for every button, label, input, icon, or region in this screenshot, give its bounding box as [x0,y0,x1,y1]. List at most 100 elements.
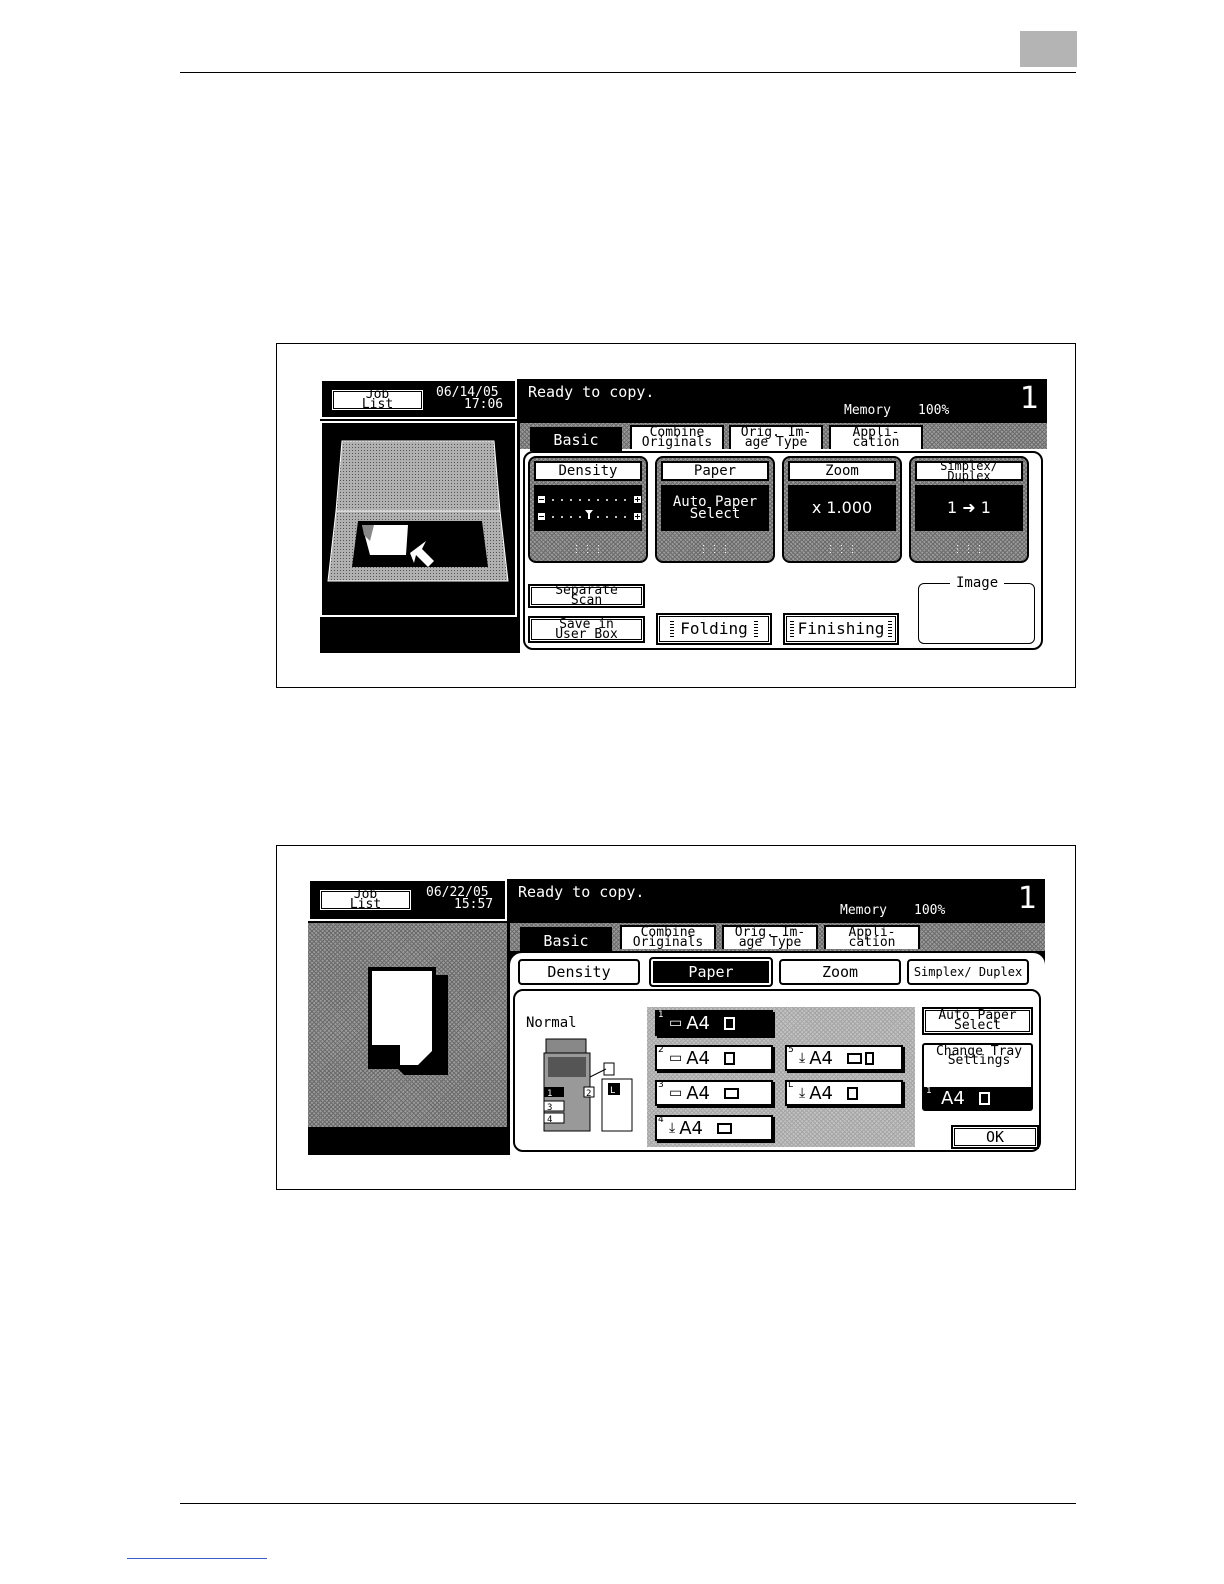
tab-orig-image-type[interactable]: Orig. Im- age Type [722,925,818,949]
paper-portrait-icon [978,1091,990,1105]
copy-count: 1 [1020,381,1040,416]
svg-text:2: 2 [586,1089,591,1099]
tray-3-button[interactable]: 3 ▭ A4 [655,1080,773,1106]
tray-2-size: A4 [686,1047,710,1069]
memory-label: Memory [844,403,891,418]
density-slider-icon [538,496,641,520]
paper-landscape-icon [724,1087,739,1099]
job-list-label: Job List [349,887,382,912]
tab-combine-originals[interactable]: Combine Originals [620,925,716,949]
paper-landscape-icon [716,1122,732,1134]
scanner-lid-icon [327,440,509,582]
save-in-user-box-button[interactable]: Save in User Box [528,616,645,643]
time-text: 15:57 [454,897,494,912]
paper-grip-icon: ⋮⋮⋮ [698,544,732,555]
job-list-button[interactable]: Job List [318,888,413,912]
tray-1-button[interactable]: 1 ▭ A4 [655,1010,773,1036]
job-list-label: Job List [361,387,394,412]
tab-application[interactable]: Appli- cation [829,425,923,449]
tab-basic[interactable]: Basic [520,927,612,952]
tray-5-button[interactable]: 5 ⤓ A4 [785,1045,903,1071]
tray-lct-size: A4 [809,1082,833,1104]
svg-text:4: 4 [547,1115,552,1125]
chapter-tab [1020,31,1077,67]
tray-feed-icon: ⤓ [669,1120,676,1136]
simplex-duplex-key[interactable]: Simplex/ Duplex 1 ➜ 1 ⋮⋮⋮ [909,456,1029,563]
copier-machine-icon: 1 3 4 2 L [543,1038,633,1132]
tray-5-size: A4 [809,1047,833,1069]
tray-1-number: 1 [658,1010,664,1020]
ok-label: OK [985,1128,1005,1146]
finishing-button[interactable]: Finishing [783,613,899,645]
tray-large-capacity-button[interactable]: L ⤓ A4 [785,1080,903,1106]
footer-rule [180,1503,1076,1504]
tray-4-size: A4 [679,1117,703,1139]
status-text: Ready to copy. [528,383,655,401]
zoom-value: x 1.000 [788,485,896,531]
save-in-user-box-label: Save in User Box [555,616,618,642]
simplex-duplex-value: 1 ➜ 1 [915,485,1023,531]
density-key[interactable]: Density ⋮⋮⋮ [528,456,648,563]
change-tray-settings-button[interactable]: Change Tray Settings [934,1045,1024,1067]
figure-frame-2: Job List 06/22/05 15:57 Ready to copy. M… [276,845,1076,1190]
job-list-button[interactable]: Job List [330,388,425,412]
subtab-simplex-duplex[interactable]: Simplex/ Duplex [907,959,1029,985]
paper-key[interactable]: Paper Auto Paper Select ⋮⋮⋮ [655,456,775,563]
tray-4-number: 4 [658,1115,664,1125]
selected-tray-indicator: 1 A4 [924,1086,1031,1109]
tray-2-button[interactable]: 2 ▭ A4 [655,1045,773,1071]
zoom-grip-icon: ⋮⋮⋮ [825,544,859,555]
tab-combine-originals[interactable]: Combine Originals [630,425,724,449]
tray-feed-icon: ⤓ [799,1050,806,1066]
tray-drawer-icon: ▭ [669,1050,683,1066]
density-title: Density [534,461,642,481]
tray-drawer-icon: ▭ [669,1085,683,1101]
paper-portrait-icon [724,1051,735,1065]
svg-text:1: 1 [547,1089,552,1099]
subtab-density[interactable]: Density [518,959,640,985]
tab-basic[interactable]: Basic [530,427,622,451]
density-grip-icon: ⋮⋮⋮ [571,544,605,555]
density-scale [534,485,642,531]
header-rule [180,72,1076,73]
image-preview-box [918,583,1035,644]
folding-button[interactable]: Folding [656,613,772,645]
original-preview [308,923,507,1127]
simplex-duplex-title: Simplex/ Duplex [915,460,1023,482]
svg-text:3: 3 [547,1103,552,1113]
finishing-label: Finishing [797,619,885,638]
paper-landscape-icon [846,1052,862,1064]
copy-count: 1 [1018,881,1038,916]
svg-text:L: L [610,1086,615,1096]
paper-portrait-icon [724,1016,735,1030]
selected-tray-size: A4 [941,1087,965,1109]
tray-4-button[interactable]: 4 ⤓ A4 [655,1115,773,1141]
ok-button[interactable]: OK [951,1125,1039,1149]
tray-5-number: 5 [788,1045,794,1055]
control-panel-screen-1: Job List 06/14/05 17:06 Ready to copy. M… [320,379,1047,653]
grip-icon [753,621,758,637]
tab-orig-image-type[interactable]: Orig. Im- age Type [729,425,823,449]
folding-label: Folding [680,619,748,638]
tray-2-number: 2 [658,1045,664,1055]
paper-value: Auto Paper Select [661,485,769,531]
paper-portrait-icon [846,1086,858,1100]
scanner-illustration [320,421,517,617]
zoom-key[interactable]: Zoom x 1.000 ⋮⋮⋮ [782,456,902,563]
paper-portrait-icon [864,1051,874,1065]
tray-feed-icon: ⤓ [799,1085,806,1101]
grip-icon [789,621,794,637]
footer-link-underline [127,1558,267,1559]
tab-application[interactable]: Appli- cation [824,925,920,949]
subtab-zoom[interactable]: Zoom [779,959,901,985]
subtab-paper[interactable]: Paper [649,957,773,987]
auto-paper-select-button[interactable]: Auto Paper Select [922,1007,1033,1035]
separate-scan-button[interactable]: Separate Scan [528,584,645,608]
grip-icon [670,621,675,637]
control-panel-screen-2: Job List 06/22/05 15:57 Ready to copy. M… [308,879,1045,1155]
memory-value: 100% [918,403,950,418]
document-icon [368,967,448,1075]
figure-frame-1: Job List 06/14/05 17:06 Ready to copy. M… [276,343,1076,688]
zoom-title: Zoom [788,461,896,481]
tray-1-size: A4 [686,1012,710,1034]
